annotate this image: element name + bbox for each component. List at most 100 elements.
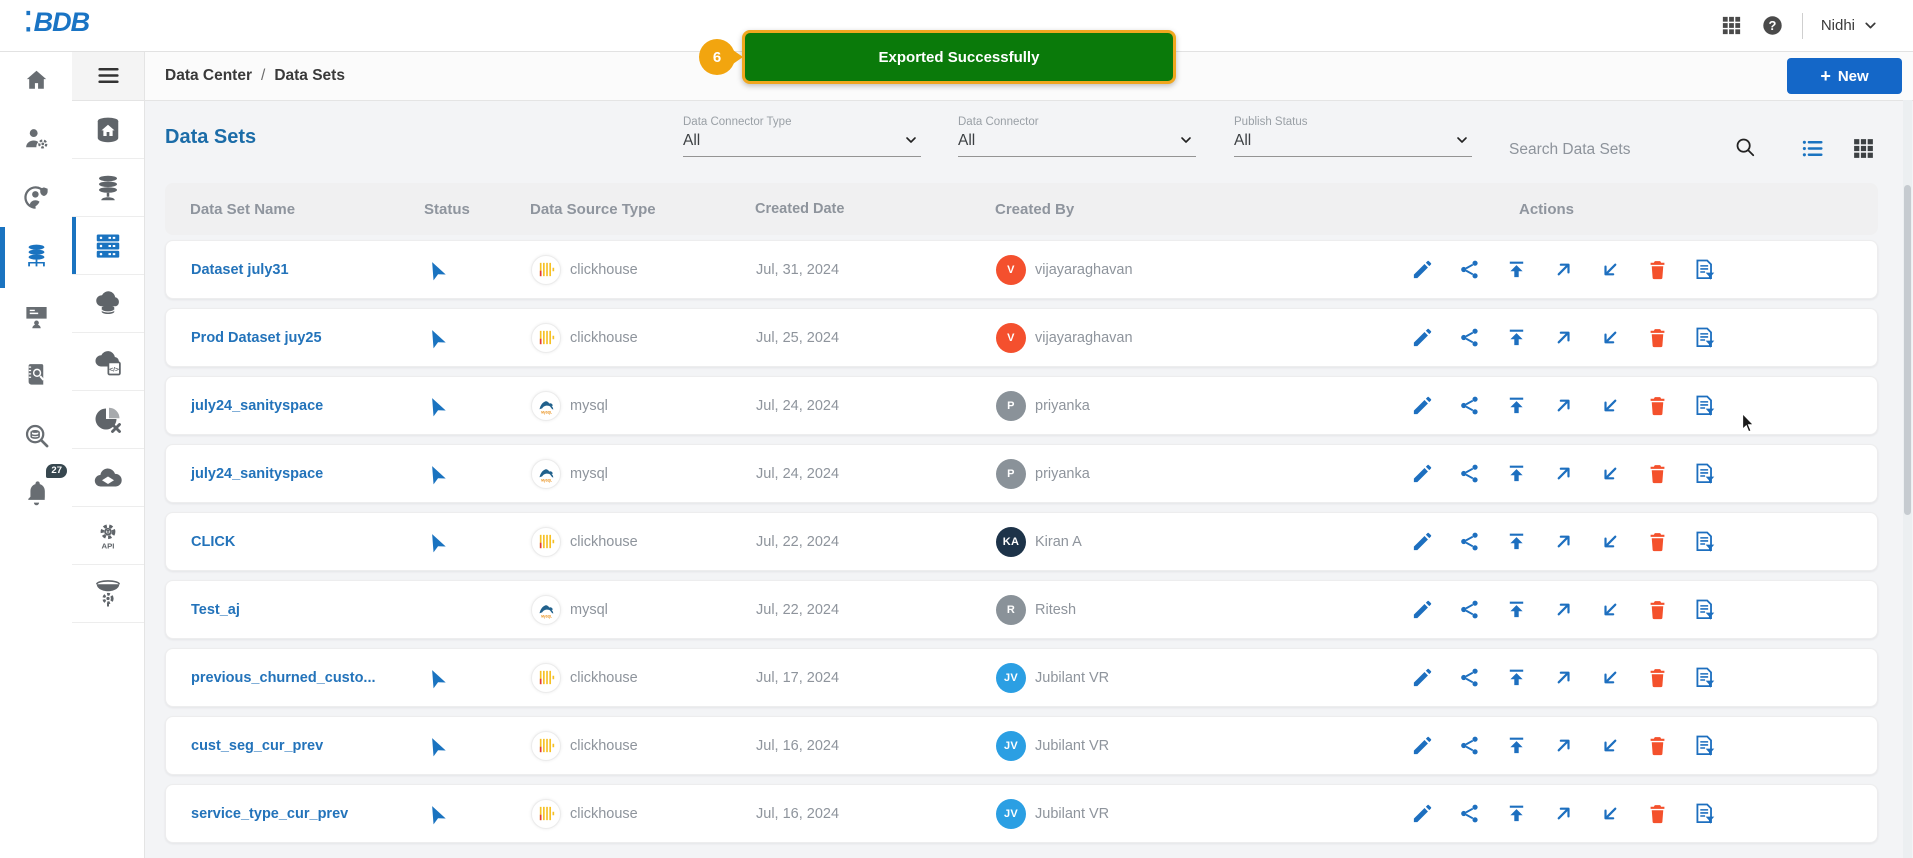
share-button[interactable] bbox=[1458, 462, 1481, 485]
share-button[interactable] bbox=[1458, 394, 1481, 417]
dataset-name-link[interactable]: july24_sanityspace bbox=[191, 398, 323, 414]
edit-button[interactable] bbox=[1411, 802, 1434, 825]
edit-button[interactable] bbox=[1411, 462, 1434, 485]
edit-button[interactable] bbox=[1411, 258, 1434, 281]
new-button[interactable]: + New bbox=[1787, 58, 1902, 94]
dataset-name-link[interactable]: Test_aj bbox=[191, 602, 240, 618]
push-button[interactable] bbox=[1552, 326, 1575, 349]
nav-tile-data-store[interactable] bbox=[72, 159, 144, 217]
data-filter-button[interactable] bbox=[1693, 462, 1716, 485]
pull-button[interactable] bbox=[1599, 530, 1622, 553]
edit-button[interactable] bbox=[1411, 530, 1434, 553]
data-filter-button[interactable] bbox=[1693, 394, 1716, 417]
sidebar-item-data-search[interactable] bbox=[0, 410, 72, 460]
delete-button[interactable] bbox=[1646, 802, 1669, 825]
edit-button[interactable] bbox=[1411, 666, 1434, 689]
share-button[interactable] bbox=[1458, 258, 1481, 281]
share-button[interactable] bbox=[1458, 530, 1481, 553]
delete-button[interactable] bbox=[1646, 462, 1669, 485]
pull-button[interactable] bbox=[1599, 802, 1622, 825]
data-filter-button[interactable] bbox=[1693, 802, 1716, 825]
search-icon[interactable] bbox=[1734, 136, 1756, 158]
data-filter-button[interactable] bbox=[1693, 666, 1716, 689]
data-filter-button[interactable] bbox=[1693, 598, 1716, 621]
sidebar-item-home[interactable] bbox=[0, 55, 72, 105]
data-filter-button[interactable] bbox=[1693, 258, 1716, 281]
delete-button[interactable] bbox=[1646, 734, 1669, 757]
push-button[interactable] bbox=[1552, 394, 1575, 417]
nav-tile-data-as-api[interactable] bbox=[72, 275, 144, 333]
breadcrumb-data-sets[interactable]: Data Sets bbox=[274, 67, 345, 85]
delete-button[interactable] bbox=[1646, 394, 1669, 417]
bdb-logo[interactable]: BDB bbox=[24, 7, 91, 38]
sidebar-item-user-management[interactable] bbox=[0, 113, 72, 163]
delete-button[interactable] bbox=[1646, 598, 1669, 621]
push-button[interactable] bbox=[1552, 802, 1575, 825]
push-button[interactable] bbox=[1552, 598, 1575, 621]
pull-button[interactable] bbox=[1599, 258, 1622, 281]
publish-button[interactable] bbox=[1505, 394, 1528, 417]
pull-button[interactable] bbox=[1599, 462, 1622, 485]
filter-data-connector-type[interactable]: Data Connector Type All bbox=[683, 116, 921, 157]
publish-button[interactable] bbox=[1505, 258, 1528, 281]
scrollbar-thumb[interactable] bbox=[1904, 185, 1911, 515]
share-button[interactable] bbox=[1458, 326, 1481, 349]
nav-tile-data-sandbox[interactable] bbox=[72, 449, 144, 507]
dataset-name-link[interactable]: previous_churned_custo... bbox=[191, 670, 376, 686]
sidebar-item-business-story[interactable] bbox=[0, 291, 72, 341]
push-button[interactable] bbox=[1552, 666, 1575, 689]
list-view-toggle[interactable] bbox=[1800, 136, 1825, 161]
share-button[interactable] bbox=[1458, 802, 1481, 825]
nav-tile-api-client[interactable] bbox=[72, 507, 144, 565]
dataset-name-link[interactable]: CLICK bbox=[191, 534, 235, 550]
share-button[interactable] bbox=[1458, 666, 1481, 689]
publish-button[interactable] bbox=[1505, 530, 1528, 553]
nav-tile-data-prep[interactable] bbox=[72, 333, 144, 391]
edit-button[interactable] bbox=[1411, 394, 1434, 417]
delete-button[interactable] bbox=[1646, 326, 1669, 349]
nav-tile-data-pipeline[interactable] bbox=[72, 565, 144, 623]
publish-button[interactable] bbox=[1505, 462, 1528, 485]
nav-tile-data-sets[interactable] bbox=[72, 217, 144, 275]
push-button[interactable] bbox=[1552, 734, 1575, 757]
user-menu[interactable]: Nidhi bbox=[1821, 17, 1879, 34]
help-icon[interactable] bbox=[1761, 14, 1784, 37]
data-filter-button[interactable] bbox=[1693, 530, 1716, 553]
edit-button[interactable] bbox=[1411, 734, 1434, 757]
share-button[interactable] bbox=[1458, 734, 1481, 757]
dataset-name-link[interactable]: Prod Dataset juy25 bbox=[191, 330, 322, 346]
pull-button[interactable] bbox=[1599, 734, 1622, 757]
dataset-name-link[interactable]: Dataset july31 bbox=[191, 262, 289, 278]
pull-button[interactable] bbox=[1599, 598, 1622, 621]
sidebar-item-data-center[interactable] bbox=[0, 230, 72, 280]
filter-publish-status[interactable]: Publish Status All bbox=[1234, 116, 1472, 157]
push-button[interactable] bbox=[1552, 258, 1575, 281]
breadcrumb-data-center[interactable]: Data Center bbox=[165, 67, 252, 85]
data-filter-button[interactable] bbox=[1693, 734, 1716, 757]
delete-button[interactable] bbox=[1646, 666, 1669, 689]
pull-button[interactable] bbox=[1599, 666, 1622, 689]
pull-button[interactable] bbox=[1599, 326, 1622, 349]
search-input[interactable] bbox=[1507, 140, 1726, 160]
publish-button[interactable] bbox=[1505, 326, 1528, 349]
data-filter-button[interactable] bbox=[1693, 326, 1716, 349]
share-button[interactable] bbox=[1458, 598, 1481, 621]
publish-button[interactable] bbox=[1505, 598, 1528, 621]
delete-button[interactable] bbox=[1646, 258, 1669, 281]
dataset-name-link[interactable]: july24_sanityspace bbox=[191, 466, 323, 482]
publish-button[interactable] bbox=[1505, 734, 1528, 757]
edit-button[interactable] bbox=[1411, 326, 1434, 349]
grid-view-toggle[interactable] bbox=[1851, 136, 1876, 161]
sidebar-item-security[interactable] bbox=[0, 172, 72, 222]
sidebar-item-data-catalog[interactable] bbox=[0, 349, 72, 399]
dataset-name-link[interactable]: cust_seg_cur_prev bbox=[191, 738, 323, 754]
publish-button[interactable] bbox=[1505, 802, 1528, 825]
filter-data-connector[interactable]: Data Connector All bbox=[958, 116, 1196, 157]
push-button[interactable] bbox=[1552, 530, 1575, 553]
edit-button[interactable] bbox=[1411, 598, 1434, 621]
sidebar-item-notifications[interactable]: 27 bbox=[0, 464, 72, 518]
publish-button[interactable] bbox=[1505, 666, 1528, 689]
nav-tile-data-center-home[interactable] bbox=[72, 101, 144, 159]
sidebar-collapse-toggle[interactable] bbox=[72, 51, 144, 101]
pull-button[interactable] bbox=[1599, 394, 1622, 417]
